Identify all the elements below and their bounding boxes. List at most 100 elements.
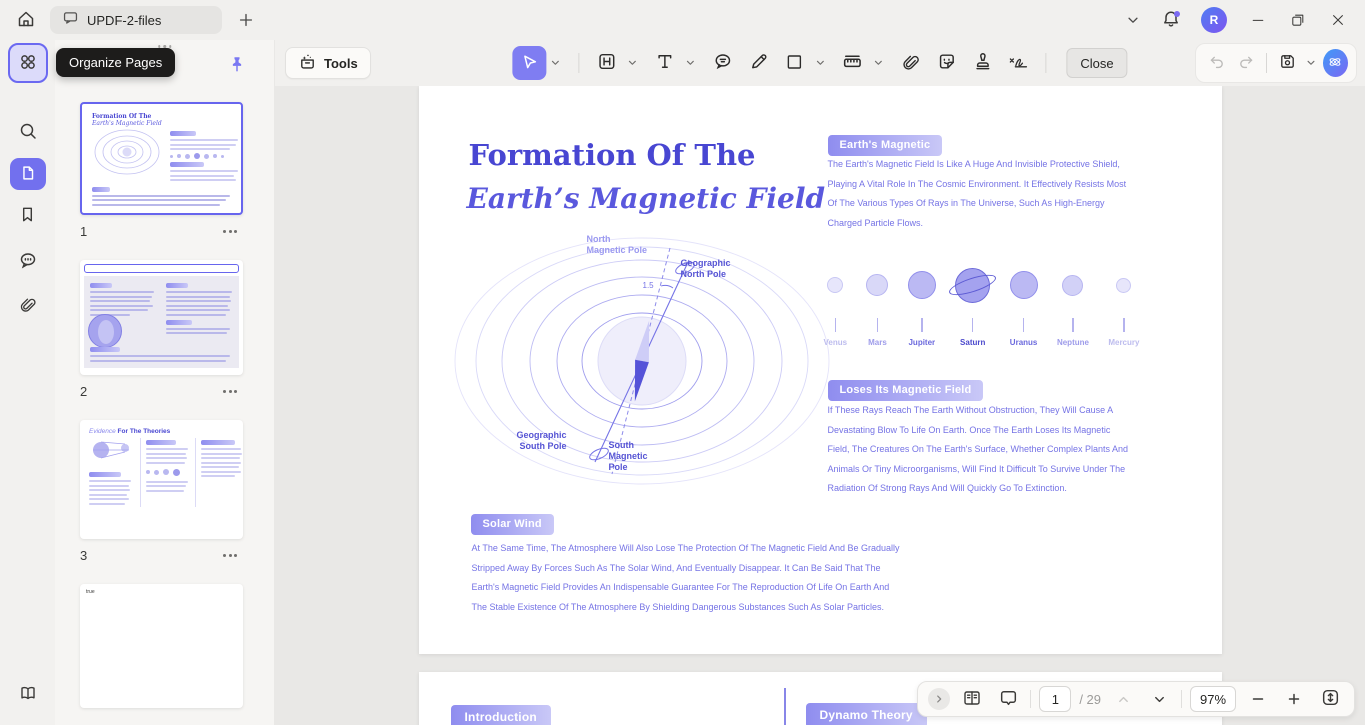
workspace: Tools Close Formation Of The Earth’s Mag… <box>275 40 1365 725</box>
stamp-tool[interactable] <box>965 46 999 80</box>
save-chevron[interactable] <box>1304 46 1317 80</box>
new-tab-button[interactable] <box>230 4 262 36</box>
shape-tool-chevron[interactable] <box>813 46 827 80</box>
loses-field-badge: Loses Its Magnetic Field <box>827 380 984 401</box>
dropdown-chevron-button[interactable] <box>1117 4 1149 36</box>
toolbar: Tools Close <box>275 40 1365 86</box>
search-icon <box>18 121 38 144</box>
planet-saturn: Saturn <box>947 266 999 347</box>
document-tab-icon <box>62 9 79 31</box>
measure-tool[interactable] <box>835 46 869 80</box>
tools-label: Tools <box>324 55 358 71</box>
reader-mode-button[interactable] <box>8 675 48 713</box>
minimize-button[interactable] <box>1241 4 1275 36</box>
thumbnail-page-2[interactable] <box>80 260 243 375</box>
restore-button[interactable] <box>1281 4 1315 36</box>
close-mode-button[interactable]: Close <box>1066 48 1128 78</box>
text-tool[interactable] <box>647 46 681 80</box>
comment-icon <box>18 250 38 273</box>
presentation-button[interactable] <box>994 685 1022 713</box>
zoom-in-button[interactable] <box>1280 685 1308 713</box>
notifications-button[interactable] <box>1155 4 1187 36</box>
thumbnail-page-1[interactable]: Formation Of The Earth's Magnetic Field <box>80 102 243 215</box>
book-icon <box>18 683 38 706</box>
save-button[interactable] <box>1275 49 1300 77</box>
home-button[interactable] <box>10 4 42 36</box>
magnetic-field-diagram: North Magnetic Pole Geographic North Pole … <box>439 234 831 486</box>
redo-button[interactable] <box>1233 49 1258 77</box>
signature-tool[interactable] <box>1001 46 1035 80</box>
thumb3-title: Evidence For The Theories <box>89 428 171 435</box>
close-window-button[interactable] <box>1321 4 1355 36</box>
sticker-tool[interactable] <box>929 46 963 80</box>
south-magnetic-pole-label: South Magnetic Pole <box>608 440 648 472</box>
page-number-input[interactable]: 1 <box>1039 686 1072 712</box>
ai-assistant-button[interactable] <box>1322 49 1349 77</box>
thumb3-col2 <box>140 438 188 507</box>
select-tool[interactable] <box>512 46 547 80</box>
thumb1-number: 1 <box>80 224 88 239</box>
pin-icon <box>228 56 246 76</box>
zoom-input[interactable]: 97% <box>1190 686 1236 712</box>
thumb3-col3 <box>195 438 242 507</box>
thumbnail-page-4[interactable]: true <box>80 584 243 708</box>
redo-icon <box>1237 53 1255 74</box>
save-icon <box>1278 52 1297 74</box>
bookmarks-button[interactable] <box>8 197 48 235</box>
thumb2-planet-graphic <box>88 314 122 348</box>
doc-title-line1: Formation Of The <box>468 138 756 172</box>
thumbnails-button[interactable] <box>9 158 46 190</box>
collapse-statusbar-button[interactable] <box>928 688 951 710</box>
sticker-smiley-icon <box>936 51 957 75</box>
organize-pages-button[interactable] <box>7 43 48 83</box>
zoom-out-button[interactable] <box>1244 685 1272 713</box>
select-tool-chevron[interactable] <box>548 46 562 80</box>
geographic-north-pole-label: Geographic North Pole <box>680 258 731 279</box>
close-label: Close <box>1080 55 1114 71</box>
pin-panel-button[interactable] <box>224 52 250 78</box>
attachment-tool[interactable] <box>893 46 927 80</box>
previous-page-button[interactable] <box>1109 685 1137 713</box>
edit-tool[interactable] <box>589 46 623 80</box>
home-icon <box>16 9 36 32</box>
thumb3-col1 <box>89 438 133 507</box>
stamp-icon <box>972 51 993 75</box>
text-tool-chevron[interactable] <box>683 46 697 80</box>
page-thumbnails-icon <box>19 164 37 185</box>
planet-mars: Mars <box>866 266 889 347</box>
pdf-page-1[interactable]: Formation Of The Earth’s Magnetic Field <box>418 86 1222 654</box>
measure-tool-chevron[interactable] <box>871 46 885 80</box>
document-viewport[interactable]: Formation Of The Earth’s Magnetic Field <box>275 86 1365 725</box>
page-total-label: / 29 <box>1079 691 1101 707</box>
thumb1-more-button[interactable] <box>219 226 241 237</box>
thumbnail-item-1: Formation Of The Earth's Magnetic Field <box>80 102 243 239</box>
thumbnail-list: Formation Of The Earth's Magnetic Field <box>55 40 274 708</box>
document-tab[interactable]: UPDF-2-files <box>50 6 222 34</box>
comments-button[interactable] <box>8 242 48 280</box>
two-page-view-button[interactable] <box>958 685 986 713</box>
thumbnail-item-3: Evidence For The Theories 3 <box>80 420 243 563</box>
planet-mercury: Mercury <box>1108 266 1139 347</box>
thumb2-more-button[interactable] <box>219 386 241 397</box>
dynamo-theory-badge: Dynamo Theory <box>805 703 927 725</box>
edit-tool-chevron[interactable] <box>625 46 639 80</box>
undo-button[interactable] <box>1204 49 1229 77</box>
search-button[interactable] <box>8 113 48 151</box>
thumbnail-page-3[interactable]: Evidence For The Theories <box>80 420 243 539</box>
tools-button[interactable]: Tools <box>285 47 371 79</box>
solar-wind-paragraph: At The Same Time, The Atmosphere Will Al… <box>471 543 900 612</box>
thumb3-more-button[interactable] <box>219 550 241 561</box>
thumb2-number: 2 <box>80 384 88 399</box>
next-page-button[interactable] <box>1145 685 1173 713</box>
thumb1-text-block <box>170 127 238 184</box>
attachments-button[interactable] <box>8 287 48 325</box>
avatar[interactable]: R <box>1201 7 1227 33</box>
fit-page-button[interactable] <box>1316 685 1344 713</box>
square-icon <box>784 52 804 75</box>
organize-pages-icon <box>18 52 38 75</box>
highlighter-tool[interactable] <box>741 46 775 80</box>
ai-icon <box>1326 53 1344 74</box>
shape-tool[interactable] <box>777 46 811 80</box>
introduction-badge: Introduction <box>450 705 551 725</box>
comment-tool[interactable] <box>705 46 739 80</box>
